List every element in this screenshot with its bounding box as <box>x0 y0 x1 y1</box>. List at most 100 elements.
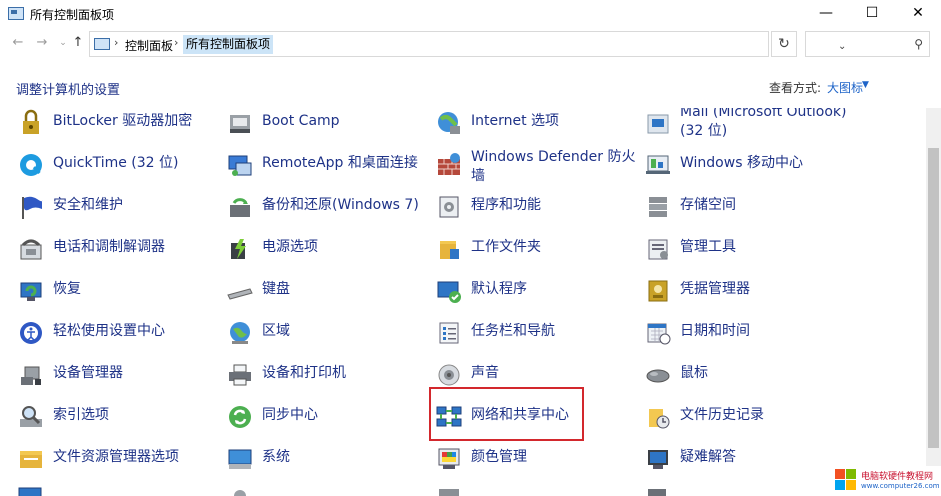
up-button[interactable]: ↑ <box>70 35 86 51</box>
sync-center-icon <box>229 406 251 428</box>
item-quicktime[interactable]: QuickTime (32 位) <box>17 147 217 187</box>
item-mouse[interactable]: 鼠标 <box>644 357 844 397</box>
chevron-down-icon[interactable]: ▼ <box>862 80 869 90</box>
item-phone-modem[interactable]: 电话和调制解调器 <box>17 231 217 271</box>
breadcrumb-control-panel[interactable]: 控制面板 <box>125 37 173 54</box>
item-boot-camp[interactable]: Boot Camp <box>226 108 426 145</box>
programs-icon <box>439 196 459 218</box>
item-indexing-options[interactable]: 索引选项 <box>17 399 217 439</box>
troubleshooting-icon <box>648 450 668 469</box>
item-system[interactable]: 系统 <box>226 441 426 481</box>
item-label: 电话和调制解调器 <box>53 239 165 255</box>
page-title: 调整计算机的设置 <box>16 83 121 98</box>
item-backup-restore[interactable]: 备份和还原(Windows 7) <box>226 189 426 229</box>
item-label-line2: (32 位) <box>680 123 728 139</box>
item-label: Windows 移动中心 <box>680 155 803 171</box>
item-label: 颜色管理 <box>471 449 527 465</box>
address-bar[interactable]: › 控制面板 › 所有控制面板项 ⌄ <box>89 31 846 57</box>
item-color-management[interactable]: 颜色管理 <box>435 441 635 481</box>
item-troubleshooting[interactable]: 疑难解答 <box>644 441 844 481</box>
item-work-folders[interactable]: 工作文件夹 <box>435 231 635 271</box>
item-label: 键盘 <box>262 281 290 297</box>
minimize-button[interactable]: — <box>803 0 849 28</box>
quicktime-icon <box>20 154 42 176</box>
item-label: QuickTime (32 位) <box>53 155 179 171</box>
item-label: 索引选项 <box>53 407 109 423</box>
item-devices-printers[interactable]: 设备和打印机 <box>226 357 426 397</box>
item-label: 同步中心 <box>262 407 318 423</box>
explorer-options-icon <box>20 451 42 468</box>
item-date-time[interactable]: 日期和时间 <box>644 315 844 355</box>
region-icon <box>230 322 250 344</box>
item-label: 文件历史记录 <box>680 407 764 423</box>
item-mobility-center[interactable]: Windows 移动中心 <box>644 147 844 187</box>
power-options-icon <box>231 239 246 259</box>
search-icon[interactable]: ⚲ <box>914 37 923 51</box>
item-label: 文件资源管理器选项 <box>53 449 179 465</box>
admin-tools-icon <box>648 239 668 260</box>
item-label: RemoteApp 和桌面连接 <box>262 155 418 171</box>
item-sync-center[interactable]: 同步中心 <box>226 399 426 439</box>
bootcamp-icon <box>230 115 250 133</box>
item-programs-features[interactable]: 程序和功能 <box>435 189 635 229</box>
item-label: 系统 <box>262 449 290 465</box>
item-power-options[interactable]: 电源选项 <box>226 231 426 271</box>
indexing-icon <box>20 406 42 427</box>
close-button[interactable]: ✕ <box>895 0 941 28</box>
item-ease-of-access[interactable]: 轻松使用设置中心 <box>17 315 217 355</box>
item-storage-spaces[interactable]: 存储空间 <box>644 189 844 229</box>
item-label: 安全和维护 <box>53 197 123 213</box>
title-bar: 所有控制面板项 — ☐ ✕ <box>0 0 941 28</box>
item-label: BitLocker 驱动器加密 <box>53 113 193 129</box>
item-explorer-options[interactable]: 文件资源管理器选项 <box>17 441 217 481</box>
view-by-dropdown[interactable]: 大图标 <box>827 79 863 96</box>
item-keyboard[interactable]: 键盘 <box>226 273 426 313</box>
recent-locations-button[interactable]: ⌄ <box>55 35 71 51</box>
maximize-button[interactable]: ☐ <box>849 0 895 28</box>
item-file-history[interactable]: 文件历史记录 <box>644 399 844 439</box>
item-label: 疑难解答 <box>680 449 736 465</box>
device-manager-icon <box>21 366 41 385</box>
item-device-manager[interactable]: 设备管理器 <box>17 357 217 397</box>
breadcrumb-separator[interactable]: › <box>114 36 118 49</box>
item-label: Windows Defender 防火 <box>471 149 636 165</box>
item-credential-manager[interactable]: 凭据管理器 <box>644 273 844 313</box>
item-internet-options[interactable]: Internet 选项 <box>435 108 635 145</box>
breadcrumb-separator[interactable]: › <box>174 36 178 49</box>
refresh-button[interactable]: ↻ <box>771 31 797 57</box>
back-button[interactable]: ← <box>10 35 26 51</box>
item-security-maintenance[interactable]: 安全和维护 <box>17 189 217 229</box>
internet-options-icon <box>438 112 460 134</box>
item-taskbar-navigation[interactable]: 任务栏和导航 <box>435 315 635 355</box>
partial-row-icon <box>18 487 42 496</box>
item-mail[interactable]: Mail (Microsoft Outlook) (32 位) <box>644 108 846 145</box>
file-history-icon <box>649 409 670 429</box>
default-programs-icon <box>437 281 461 303</box>
item-default-programs[interactable]: 默认程序 <box>435 273 635 313</box>
item-region[interactable]: 区域 <box>226 315 426 355</box>
window-title: 所有控制面板项 <box>30 8 115 22</box>
scroll-thumb[interactable] <box>928 148 939 448</box>
navigation-bar: ← → ⌄ ↑ › 控制面板 › 所有控制面板项 ⌄ ↻ ⚲ <box>0 29 941 59</box>
item-label: 设备管理器 <box>53 365 123 381</box>
item-label: 声音 <box>471 365 499 381</box>
remoteapp-icon <box>228 155 252 176</box>
vertical-scrollbar[interactable] <box>926 108 941 496</box>
item-admin-tools[interactable]: 管理工具 <box>644 231 844 271</box>
partial-row-icon <box>234 490 246 496</box>
item-bitlocker[interactable]: BitLocker 驱动器加密 <box>17 108 217 145</box>
item-label: Internet 选项 <box>471 113 560 129</box>
item-label: 备份和还原(Windows 7) <box>262 197 419 213</box>
forward-button[interactable]: → <box>34 35 50 51</box>
item-label: 恢复 <box>53 281 81 297</box>
item-remoteapp[interactable]: RemoteApp 和桌面连接 <box>226 147 426 187</box>
search-input[interactable]: ⚲ <box>805 31 930 57</box>
item-recovery[interactable]: 恢复 <box>17 273 217 313</box>
date-time-icon <box>647 323 671 345</box>
taskbar-icon <box>439 322 459 344</box>
item-firewall[interactable]: Windows Defender 防火 墙 <box>435 147 635 187</box>
mail-icon <box>647 114 669 134</box>
breadcrumb-all-items[interactable]: 所有控制面板项 <box>183 35 274 54</box>
item-label: Boot Camp <box>262 113 340 129</box>
partial-row-icon <box>439 489 459 496</box>
